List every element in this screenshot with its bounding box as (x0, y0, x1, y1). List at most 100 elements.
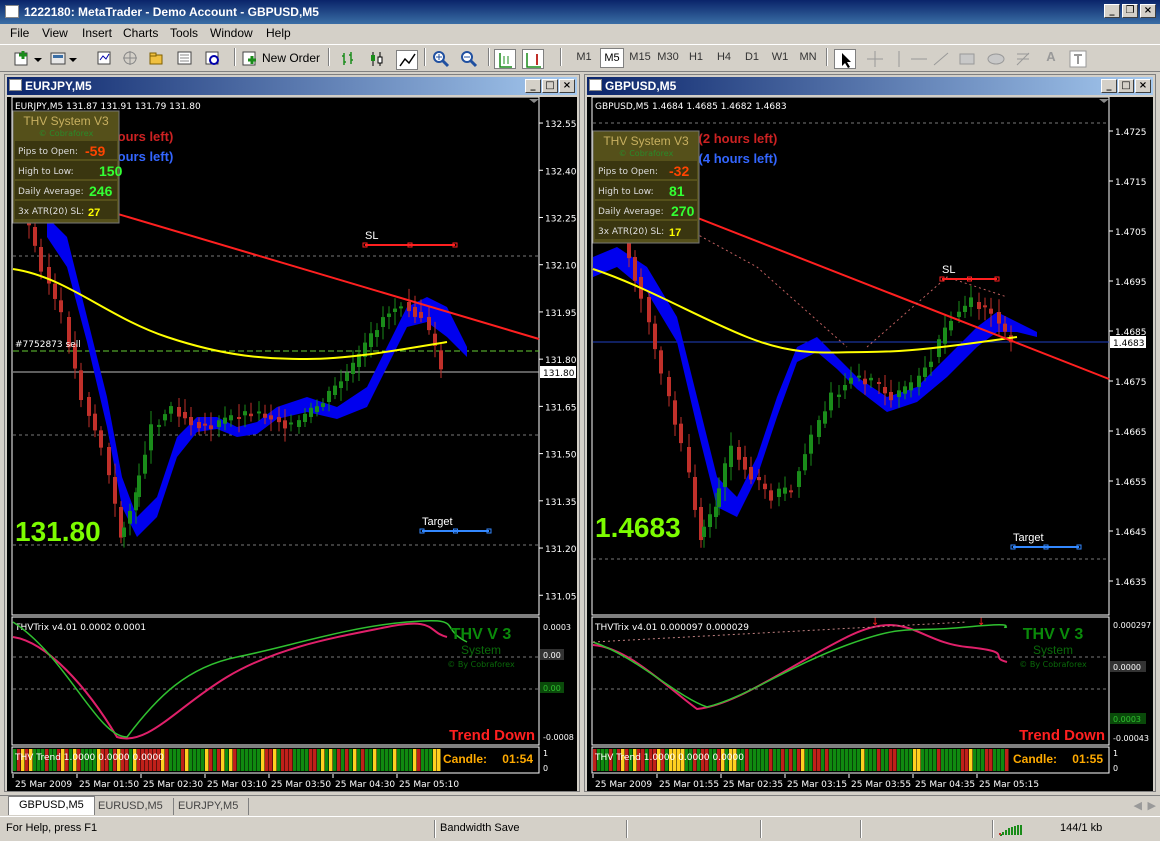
candlestick (157, 424, 161, 427)
trix-signal-line (12, 622, 448, 740)
ellipse-icon[interactable] (986, 50, 1006, 68)
chart-shift-icon[interactable] (494, 49, 516, 69)
gbpusd-chart-window[interactable]: GBPUSD,M5 _ □ × 1.4725 1.4715 1.4705 1.4695… (584, 74, 1156, 792)
tab-eurjpy[interactable]: EURJPY,M5 (168, 798, 250, 815)
trend-bar (333, 749, 337, 771)
target-label: Target (422, 516, 453, 528)
thv-panel-label: High to Low: (598, 187, 654, 197)
timeframe-h1[interactable]: H1 (684, 48, 708, 68)
candlestick (393, 308, 397, 312)
menu-charts[interactable]: Charts (123, 26, 158, 40)
trend-bar (301, 749, 305, 771)
trend-bar (293, 749, 297, 771)
market-watch-icon[interactable] (96, 50, 114, 68)
horizontal-line-icon[interactable] (910, 50, 928, 68)
thv-panel-value: 27 (88, 207, 100, 219)
trend-bar (377, 749, 381, 771)
text-tool-button[interactable]: A (1044, 48, 1058, 68)
trend-bar (233, 749, 237, 771)
bar-chart-icon[interactable] (340, 50, 358, 68)
auto-scroll-icon[interactable] (522, 49, 544, 69)
new-chart-icon[interactable] (14, 50, 44, 68)
zoom-in-icon[interactable] (432, 50, 450, 68)
navigator-icon[interactable] (148, 50, 166, 68)
timeframe-d1[interactable]: D1 (740, 48, 764, 68)
line-chart-icon[interactable] (396, 50, 418, 70)
close-icon[interactable]: × (1140, 4, 1156, 18)
candlestick (1003, 323, 1007, 332)
trend-bar (337, 749, 341, 771)
fibonacci-icon[interactable] (1014, 50, 1032, 68)
chart-canvas[interactable]: 1.47251.47151.47051.46951.46851.46751.46… (587, 97, 1153, 791)
trend-bar (925, 749, 929, 771)
y-tick-label: 131.50 (545, 451, 577, 461)
minimize-icon[interactable]: _ (1104, 4, 1120, 18)
menu-insert[interactable]: Insert (82, 26, 112, 40)
candlestick (757, 477, 761, 481)
chart-window-title-bar[interactable]: EURJPY,M5 _ □ × (7, 77, 577, 95)
chart-canvas[interactable]: 132.55 132.40 132.25 132.10 131.95 131.80 131.… (7, 97, 577, 791)
trend-bar (329, 749, 333, 771)
menu-tools[interactable]: Tools (170, 26, 198, 40)
time-label: 25 Mar 03:10 (207, 780, 267, 790)
candlesticks-icon[interactable] (368, 50, 386, 68)
trend-bar (989, 749, 993, 771)
new-order-icon (242, 51, 256, 66)
big-price-display: 131.80 (15, 516, 101, 547)
profiles-icon[interactable] (50, 50, 78, 68)
connection-status-icon[interactable] (998, 823, 1024, 837)
thv-logo-system: System (1033, 643, 1073, 657)
menu-window[interactable]: Window (210, 26, 253, 40)
y-tick-label: 132.55 (545, 120, 577, 130)
text-label-icon[interactable] (1068, 49, 1088, 69)
crosshair-icon[interactable] (866, 50, 884, 68)
timeframe-m30[interactable]: M30 (656, 48, 680, 68)
strategy-tester-icon[interactable] (204, 50, 222, 68)
chart-maximize-icon[interactable]: □ (1118, 79, 1134, 93)
y-tick-label: 131.95 (545, 309, 577, 319)
candlestick (863, 378, 867, 385)
timeframe-m1[interactable]: M1 (572, 48, 596, 68)
timeframe-w1[interactable]: W1 (768, 48, 792, 68)
trend-bar (413, 749, 417, 771)
candlestick (237, 417, 241, 419)
tab-eurusd[interactable]: EURUSD,M5 (88, 798, 174, 815)
menu-file[interactable]: File (10, 26, 29, 40)
tab-scroll-left-icon[interactable]: ◀ (1134, 799, 1142, 812)
cursor-icon[interactable] (834, 49, 856, 69)
terminal-icon[interactable] (176, 50, 194, 68)
new-order-button[interactable]: New Order (262, 49, 320, 69)
tab-scroll-right-icon[interactable]: ▶ (1148, 799, 1156, 812)
trend-bar (953, 749, 957, 771)
trend-bar (885, 749, 889, 771)
menu-view[interactable]: View (42, 26, 68, 40)
tab-gbpusd[interactable]: GBPUSD,M5 (8, 796, 95, 815)
candlestick (883, 387, 887, 394)
candlestick (217, 420, 221, 427)
trendline-icon[interactable] (932, 50, 950, 68)
app-title-bar[interactable]: 1222180: MetaTrader - Demo Account - GBP… (0, 0, 1160, 24)
chart-maximize-icon[interactable]: □ (542, 79, 558, 93)
chart-window-title-bar[interactable]: GBPUSD,M5 _ □ × (587, 77, 1153, 95)
candlestick (249, 413, 253, 417)
data-window-icon[interactable] (122, 50, 140, 68)
timeframe-mn[interactable]: MN (796, 48, 820, 68)
zoom-out-icon[interactable] (460, 50, 478, 68)
timeframe-m15[interactable]: M15 (628, 48, 652, 68)
trend-bar (385, 749, 389, 771)
eurjpy-chart-window[interactable]: EURJPY,M5 _ □ × 132.55 132.40 132.25 132.10… (4, 74, 580, 792)
chart-minimize-icon[interactable]: _ (525, 79, 541, 93)
chart-close-icon[interactable]: × (559, 79, 575, 93)
candlestick (137, 475, 141, 497)
menu-help[interactable]: Help (266, 26, 291, 40)
trend-bar (749, 749, 753, 771)
chart-minimize-icon[interactable]: _ (1101, 79, 1117, 93)
chart-close-icon[interactable]: × (1135, 79, 1151, 93)
timeframe-m5[interactable]: M5 (600, 48, 624, 68)
stop-loss-label: SL (942, 264, 955, 276)
rectangle-icon[interactable] (958, 50, 976, 68)
timeframe-h4[interactable]: H4 (712, 48, 736, 68)
trend-signal: Trend Down (449, 727, 535, 744)
vertical-line-icon[interactable] (890, 50, 908, 68)
restore-icon[interactable]: ❐ (1122, 4, 1138, 18)
